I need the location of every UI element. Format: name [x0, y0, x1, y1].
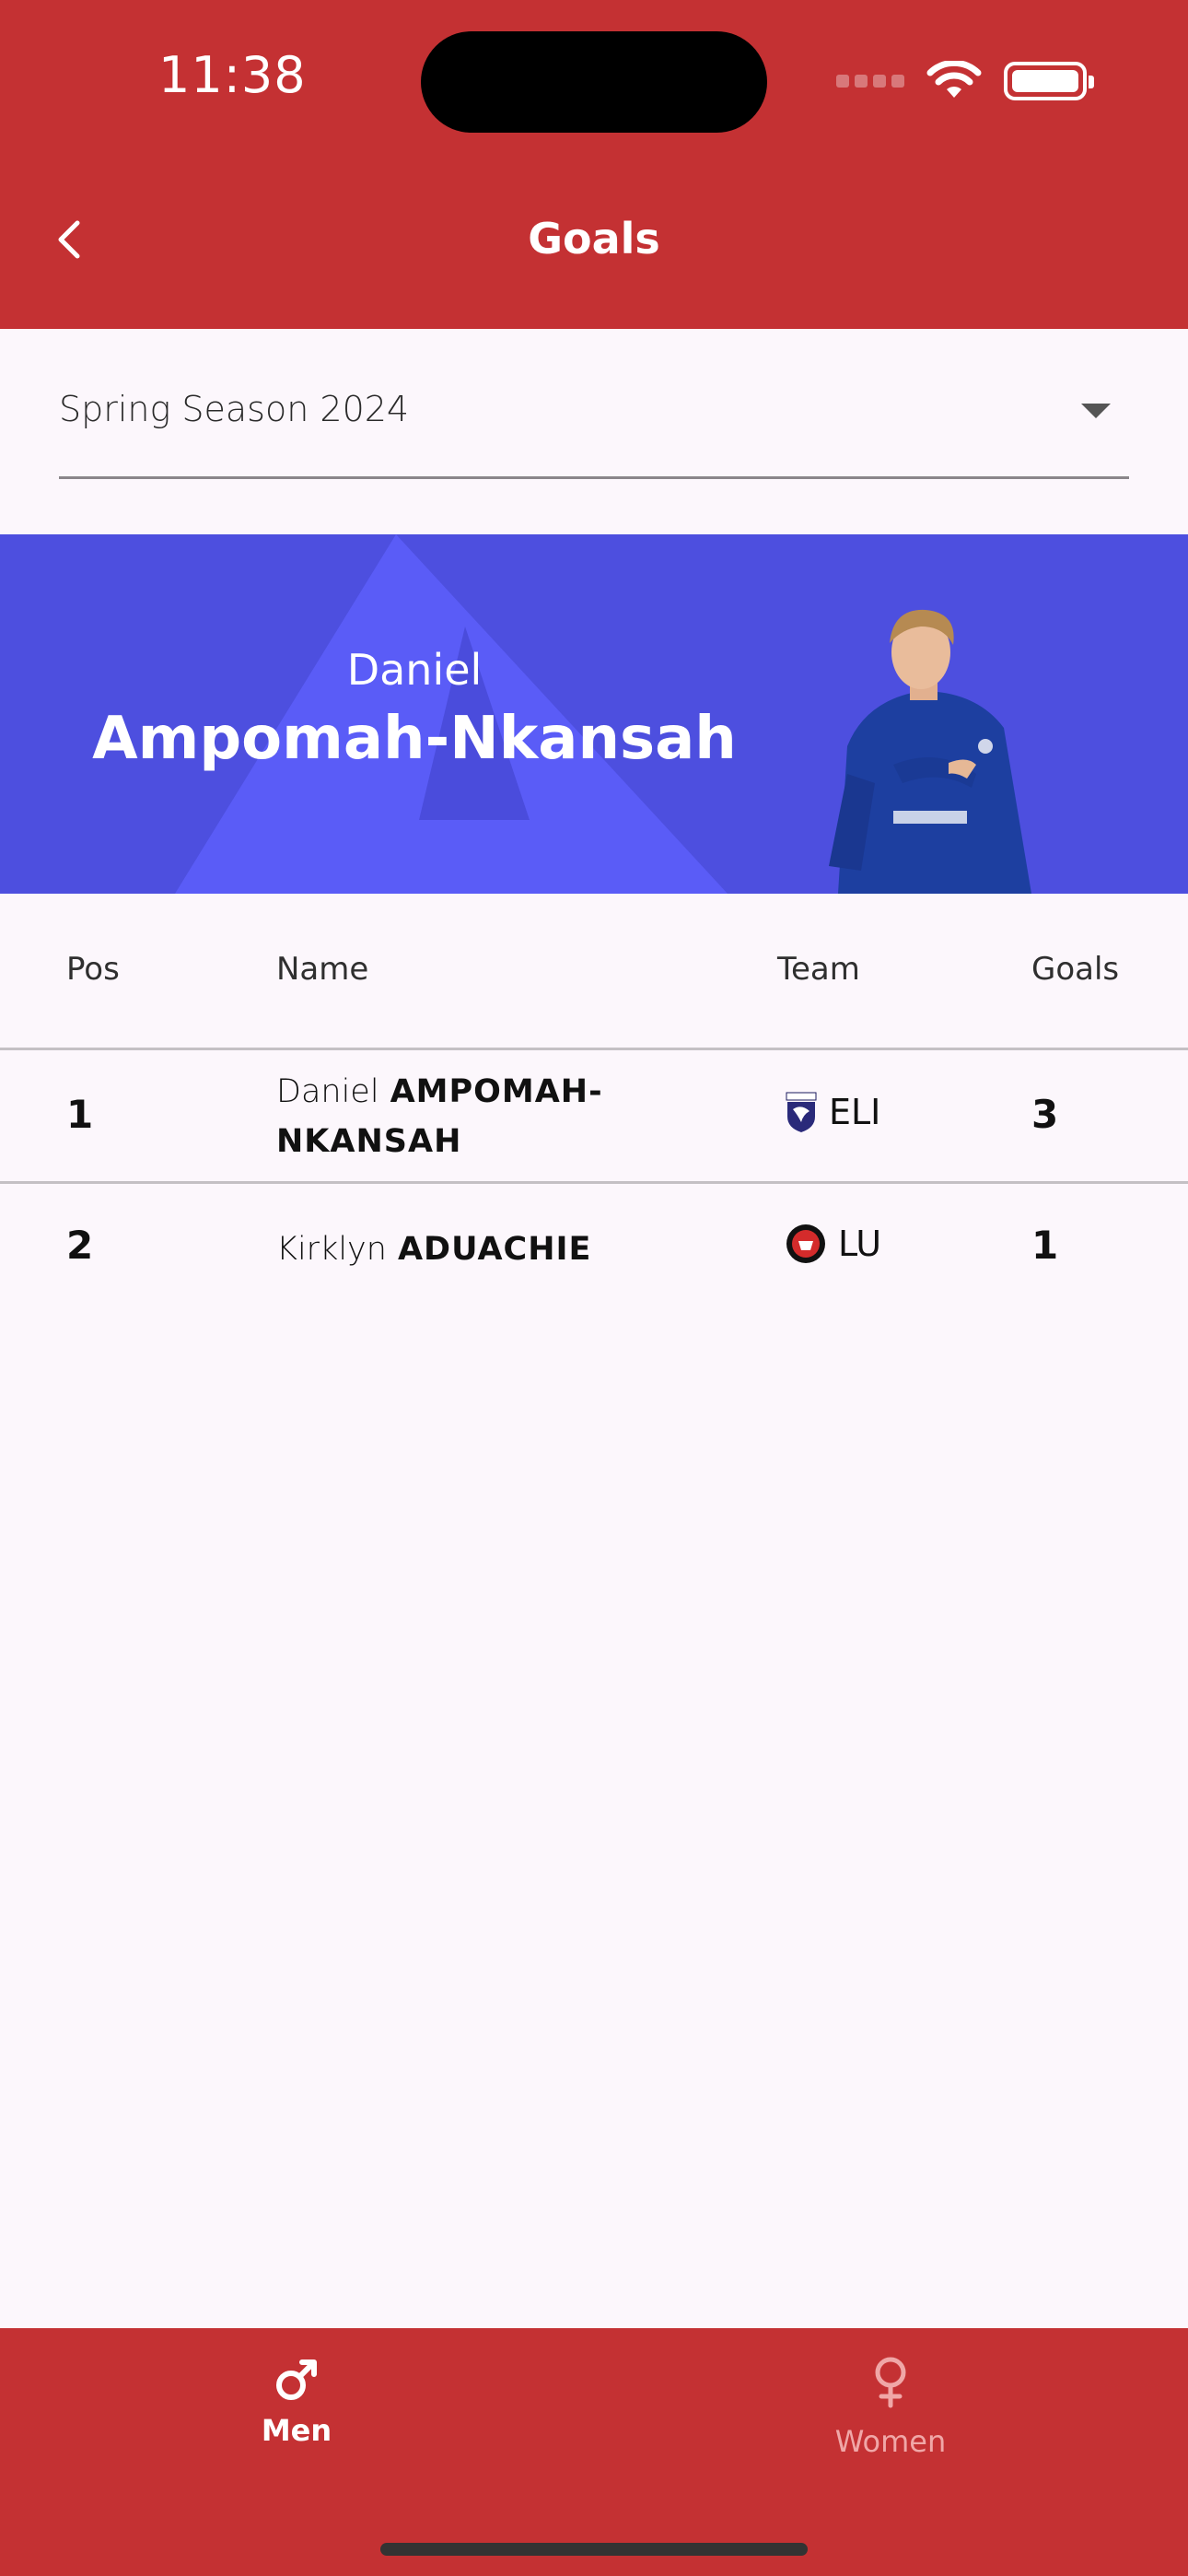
table-row[interactable]: 1 Daniel AMPOMAH-NKANSAH ELI 3: [0, 1050, 1188, 1184]
app-header: 11:38 Goals: [0, 0, 1188, 329]
player-photo: [829, 609, 1031, 894]
dynamic-island: [421, 31, 767, 133]
row-team: ELI: [785, 1091, 880, 1133]
table-row[interactable]: 2 Kirklyn ADUACHIE LU 1: [0, 1184, 1188, 1317]
row-player-name: Kirklyn ADUACHIE: [276, 1224, 645, 1274]
column-header-name: Name: [276, 951, 369, 988]
player-first-name: Daniel: [276, 1073, 379, 1110]
page-title: Goals: [528, 214, 660, 263]
nav-label-men: Men: [261, 2413, 332, 2448]
row-position: 2: [66, 1223, 94, 1268]
season-dropdown[interactable]: Spring Season 2024: [59, 369, 1129, 479]
male-icon: [276, 2359, 317, 2400]
status-icons: [836, 61, 1094, 101]
dropdown-arrow-icon: [1081, 404, 1111, 418]
home-indicator[interactable]: [380, 2543, 808, 2556]
top-scorer-first-name: Daniel: [346, 645, 483, 695]
season-value: Spring Season 2024: [59, 389, 410, 429]
battery-icon: [1004, 62, 1094, 100]
row-position: 1: [66, 1092, 94, 1137]
nav-item-women[interactable]: Women: [725, 2356, 1056, 2459]
team-abbreviation: LU: [838, 1224, 882, 1264]
player-last-name: ADUACHIE: [397, 1231, 592, 1268]
row-player-name: Daniel AMPOMAH-NKANSAH: [276, 1067, 645, 1166]
team-abbreviation: ELI: [829, 1092, 881, 1132]
row-goals: 1: [1031, 1223, 1059, 1268]
nav-item-men[interactable]: Men: [131, 2356, 462, 2448]
team-crest-icon: [786, 1224, 825, 1263]
cellular-icon: [836, 75, 904, 88]
top-scorer-banner: Daniel Ampomah-Nkansah: [0, 534, 1188, 894]
player-first-name: Kirklyn: [276, 1231, 387, 1268]
column-header-team: Team: [777, 951, 860, 988]
column-header-goals: Goals: [1031, 951, 1120, 988]
scorers-table-header: Pos Name Team Goals: [0, 894, 1188, 1050]
top-scorer-last-name: Ampomah-Nkansah: [92, 705, 737, 773]
nav-label-women: Women: [834, 2424, 947, 2459]
wifi-icon: [926, 61, 982, 98]
team-crest-icon: [786, 1092, 817, 1132]
bottom-navigation: Men Women: [0, 2328, 1188, 2576]
female-icon: [875, 2357, 906, 2408]
column-header-pos: Pos: [66, 951, 120, 988]
row-goals: 3: [1031, 1092, 1059, 1137]
goals-screen: 11:38 Goals Spring Season 2024 Daniel Am…: [0, 0, 1188, 2576]
status-time: 11:38: [158, 46, 307, 104]
row-team: LU: [785, 1223, 881, 1265]
